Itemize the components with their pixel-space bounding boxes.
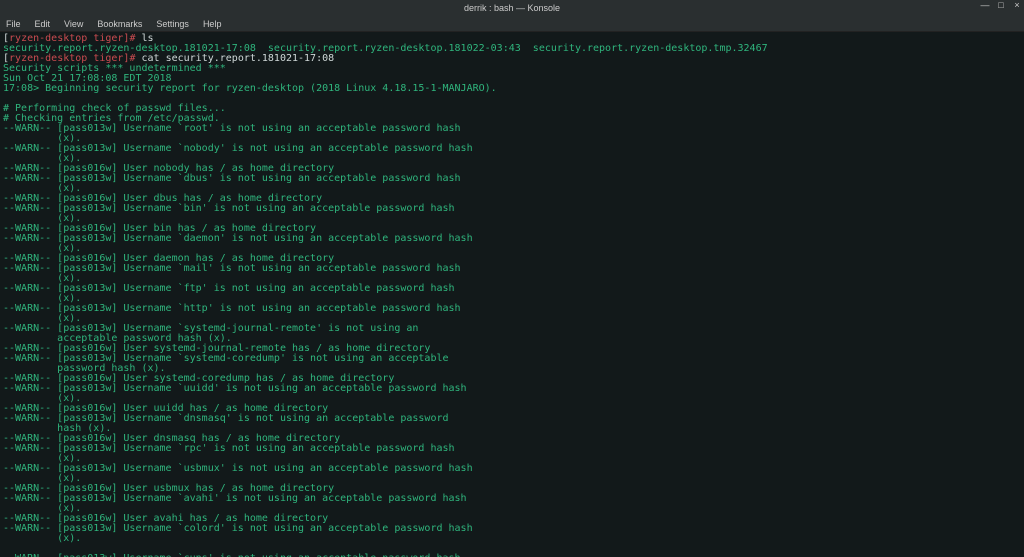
maximize-button[interactable]: □ (996, 0, 1006, 10)
menu-file[interactable]: File (6, 19, 21, 29)
menu-edit[interactable]: Edit (35, 19, 51, 29)
window-title: derrik : bash — Konsole (464, 3, 560, 13)
minimize-button[interactable]: — (980, 0, 990, 10)
cat-output: Security scripts *** undetermined *** Su… (3, 63, 497, 557)
menu-help[interactable]: Help (203, 19, 222, 29)
menu-bookmarks[interactable]: Bookmarks (97, 19, 142, 29)
menu-view[interactable]: View (64, 19, 83, 29)
window-controls: — □ × (980, 0, 1022, 10)
close-button[interactable]: × (1012, 0, 1022, 10)
terminal-viewport[interactable]: [ryzen-desktop tiger]# ls security.repor… (0, 32, 1024, 557)
menu-bar: File Edit View Bookmarks Settings Help (0, 16, 1024, 32)
window-titlebar: derrik : bash — Konsole — □ × (0, 0, 1024, 16)
menu-settings[interactable]: Settings (156, 19, 189, 29)
